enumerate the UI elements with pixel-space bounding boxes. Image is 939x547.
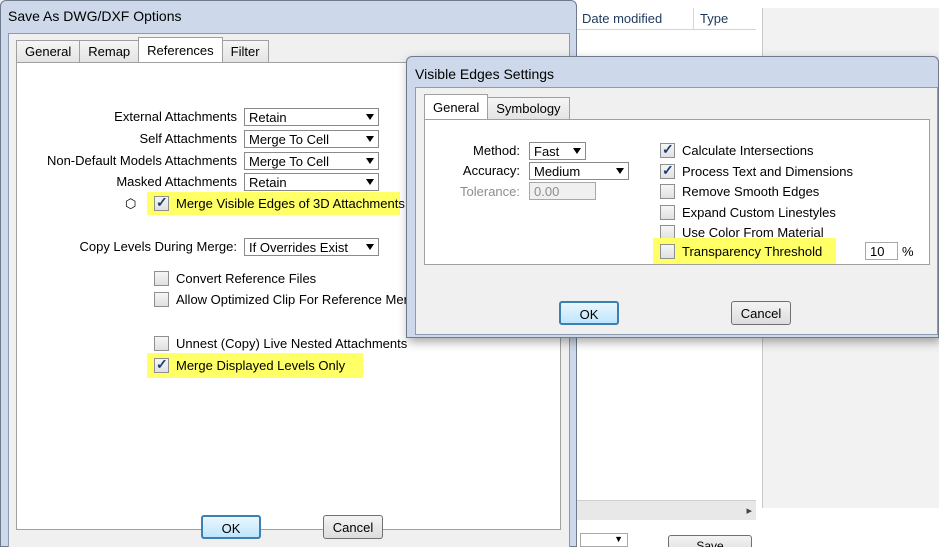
expand-custom-linestyles-checkbox[interactable] <box>660 205 675 220</box>
tab-general[interactable]: General <box>424 94 489 119</box>
chevron-down-icon <box>366 158 374 164</box>
column-date-modified[interactable]: Date modified <box>576 8 694 29</box>
tab-filter[interactable]: Filter <box>221 40 269 62</box>
transparency-threshold-checkbox[interactable] <box>660 244 675 259</box>
external-attachments-label: External Attachments <box>114 109 237 124</box>
method-select[interactable]: Fast <box>529 142 586 160</box>
remove-smooth-edges-label: Remove Smooth Edges <box>682 184 820 199</box>
visible-edges-title: Visible Edges Settings <box>415 66 555 82</box>
visible-edges-settings-dialog: Visible Edges Settings General Symbology… <box>406 56 939 338</box>
file-list-header: Date modified Type <box>576 8 756 30</box>
allow-optimized-clip-label: Allow Optimized Clip For Reference Merge <box>176 292 423 307</box>
tolerance-field: 0.00 <box>529 182 596 200</box>
unnest-live-nested-label: Unnest (Copy) Live Nested Attachments <box>176 336 408 351</box>
chevron-down-icon <box>366 114 374 120</box>
visible-edges-body: General Symbology Method: Fast Accuracy:… <box>415 87 938 335</box>
self-attachments-select[interactable]: Merge To Cell <box>244 130 379 148</box>
convert-reference-files-checkbox[interactable] <box>154 271 169 286</box>
merge-displayed-levels-checkbox[interactable] <box>154 356 169 373</box>
dialog-title: Save As DWG/DXF Options <box>8 8 182 24</box>
masked-attachments-value: Retain <box>249 175 287 190</box>
save-button[interactable]: Save <box>668 535 752 547</box>
tab-remap[interactable]: Remap <box>79 40 140 62</box>
accuracy-select[interactable]: Medium <box>529 162 629 180</box>
method-value: Fast <box>534 144 560 159</box>
calculate-intersections-checkbox[interactable] <box>660 141 675 158</box>
ok-button[interactable]: OK <box>201 515 261 539</box>
non-default-models-value: Merge To Cell <box>249 154 329 169</box>
process-text-dimensions-checkbox[interactable] <box>660 162 675 179</box>
cancel-button[interactable]: Cancel <box>323 515 383 539</box>
self-attachments-value: Merge To Cell <box>249 132 329 147</box>
masked-attachments-select[interactable]: Retain <box>244 173 379 191</box>
chevron-down-icon <box>366 244 374 250</box>
method-label: Method: <box>473 143 520 158</box>
merge-visible-edges-checkbox[interactable] <box>154 194 169 211</box>
unnest-live-nested-checkbox[interactable] <box>154 336 169 351</box>
convert-reference-files-label: Convert Reference Files <box>176 271 317 286</box>
non-default-models-select[interactable]: Merge To Cell <box>244 152 379 170</box>
percent-unit-label: % <box>902 244 914 259</box>
external-attachments-select[interactable]: Retain <box>244 108 379 126</box>
visible-edges-general-panel: Method: Fast Accuracy: Medium Tolerance:… <box>424 119 930 265</box>
tab-references[interactable]: References <box>138 37 223 62</box>
remove-smooth-edges-checkbox[interactable] <box>660 184 675 199</box>
self-attachments-label: Self Attachments <box>139 131 237 146</box>
ok-button[interactable]: OK <box>559 301 619 325</box>
visible-edges-tab-strip: General Symbology <box>424 94 570 119</box>
tolerance-label: Tolerance: <box>460 184 520 199</box>
tab-symbology[interactable]: Symbology <box>487 97 570 119</box>
non-default-models-label: Non-Default Models Attachments <box>46 153 237 168</box>
visible-edges-settings-icon[interactable]: ⬡ <box>125 196 136 212</box>
expand-custom-linestyles-label: Expand Custom Linestyles <box>682 205 836 220</box>
masked-attachments-label: Masked Attachments <box>116 174 237 189</box>
external-attachments-value: Retain <box>249 110 287 125</box>
file-type-dropdown[interactable]: ▼ <box>580 533 628 547</box>
chevron-down-icon <box>366 136 374 142</box>
merge-visible-edges-label: Merge Visible Edges of 3D Attachments <box>176 196 405 211</box>
chevron-down-icon <box>366 179 374 185</box>
merge-displayed-levels-label: Merge Displayed Levels Only <box>176 358 346 373</box>
allow-optimized-clip-checkbox[interactable] <box>154 292 169 307</box>
calculate-intersections-label: Calculate Intersections <box>682 143 814 158</box>
accuracy-label: Accuracy: <box>462 163 520 178</box>
scroll-right-icon[interactable]: ▸ <box>746 504 752 517</box>
cancel-button[interactable]: Cancel <box>731 301 791 325</box>
transparency-threshold-label: Transparency Threshold <box>682 244 823 259</box>
horizontal-scrollbar[interactable]: ▸ <box>576 500 756 520</box>
chevron-down-icon <box>616 168 624 174</box>
chevron-down-icon <box>573 148 581 154</box>
column-type[interactable]: Type <box>694 8 754 29</box>
copy-levels-select[interactable]: If Overrides Exist <box>244 238 379 256</box>
tab-general[interactable]: General <box>16 40 81 62</box>
copy-levels-label: Copy Levels During Merge: <box>79 239 237 254</box>
copy-levels-value: If Overrides Exist <box>249 240 348 255</box>
process-text-dimensions-label: Process Text and Dimensions <box>682 164 854 179</box>
accuracy-value: Medium <box>534 164 581 179</box>
tab-strip: General Remap References Filter <box>16 37 269 62</box>
transparency-threshold-field[interactable]: 10 <box>865 242 898 260</box>
